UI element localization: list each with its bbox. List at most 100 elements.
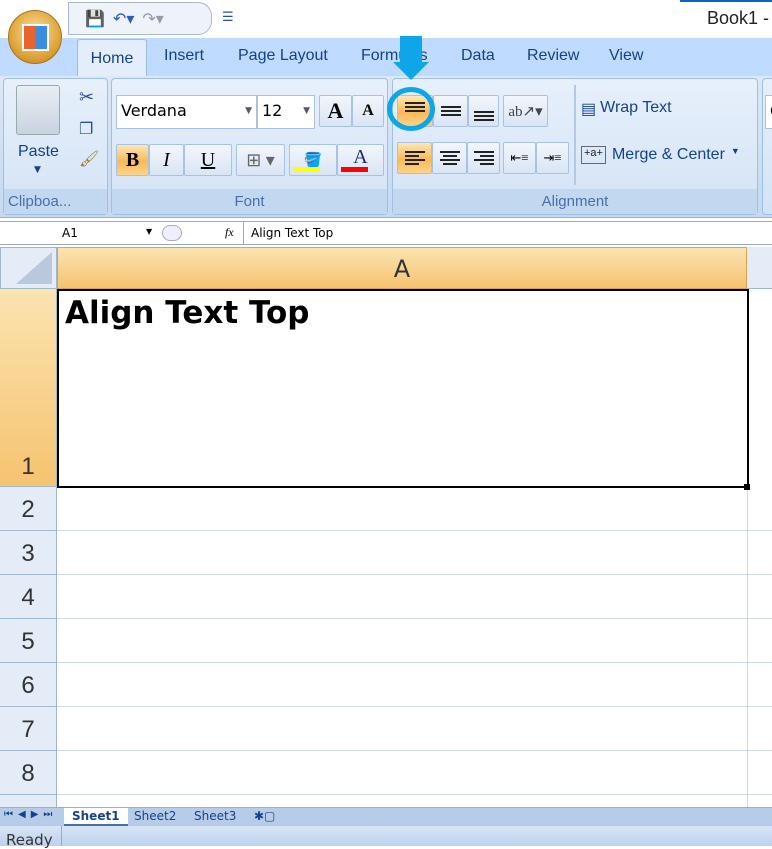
insert-sheet-icon[interactable]: ✱▢: [254, 809, 275, 823]
wrap-text-button[interactable]: ▤ Wrap Text: [581, 99, 672, 119]
font-size-combo[interactable]: 12 ▼: [257, 95, 315, 129]
decrease-indent-button[interactable]: ⇤≡: [503, 142, 536, 174]
font-color-swatch: [341, 167, 368, 172]
row-6: [57, 663, 772, 707]
paste-icon[interactable]: [16, 85, 60, 135]
tab-home[interactable]: Home: [77, 39, 147, 77]
function-icon[interactable]: fx: [225, 225, 234, 240]
column-header-b-partial: [747, 247, 772, 289]
align-middle-icon: [440, 106, 461, 116]
fill-handle[interactable]: [744, 484, 750, 490]
row-header-1[interactable]: 1: [0, 289, 57, 487]
annotation-arrow-icon: [393, 62, 429, 80]
copy-icon[interactable]: ❐: [79, 119, 93, 138]
align-center-icon: [439, 151, 460, 165]
title-accent: [680, 0, 772, 2]
merge-center-button[interactable]: +a+ Merge & Center ▼: [581, 146, 740, 164]
undo-icon[interactable]: ↶▾: [113, 9, 134, 28]
office-logo-icon: [22, 24, 49, 51]
cell-a1[interactable]: Align Text Top: [57, 289, 749, 488]
sheet-tab-bar: ⏮◀▶⏭ Sheet1 Sheet2 Sheet3 ✱▢: [0, 807, 772, 826]
sheet-tab-sheet3[interactable]: Sheet3: [194, 809, 236, 823]
row-3: [57, 531, 772, 575]
merge-center-label: Merge & Center: [611, 146, 725, 163]
fill-color-swatch: [293, 167, 320, 172]
sheet-tab-sheet1[interactable]: Sheet1: [64, 808, 128, 826]
select-all-button[interactable]: [0, 247, 57, 289]
orientation-button[interactable]: ab↗▾: [503, 95, 548, 127]
status-text: Ready: [6, 831, 53, 849]
align-left-button[interactable]: [397, 142, 432, 174]
annotation-circle: [387, 87, 435, 131]
row-7: [57, 707, 772, 751]
font-name-value: Verdana: [121, 101, 187, 120]
row-5: [57, 619, 772, 663]
font-color-icon: A: [353, 145, 368, 168]
number-format-combo[interactable]: G: [765, 95, 772, 129]
name-box[interactable]: A1: [62, 226, 78, 240]
align-left-icon: [404, 151, 425, 165]
tab-view[interactable]: View: [609, 47, 643, 65]
row-2: [57, 487, 772, 531]
column-header-a[interactable]: A: [57, 247, 747, 289]
increase-indent-button[interactable]: ⇥≡: [536, 142, 569, 174]
align-bottom-icon: [473, 111, 494, 121]
font-color-button[interactable]: A: [337, 144, 384, 176]
borders-button[interactable]: ⊞ ▾: [236, 144, 285, 176]
chevron-down-icon[interactable]: ▼: [303, 96, 310, 126]
paste-button[interactable]: Paste: [18, 143, 59, 161]
row-header-5[interactable]: 5: [0, 619, 57, 663]
fill-color-button[interactable]: 🪣: [289, 144, 337, 176]
alignment-group-label: Alignment: [393, 189, 757, 214]
bold-button[interactable]: B: [116, 144, 149, 176]
row-4: [57, 575, 772, 619]
annotation-arrow-shaft: [400, 36, 422, 64]
cut-icon[interactable]: ✂: [79, 87, 94, 108]
alignment-group: ab↗▾ ⇤≡ ⇥≡ ▤ Wrap Text +a+ Merge & Center ▼…: [392, 78, 758, 215]
tab-review[interactable]: Review: [527, 47, 579, 65]
row-header-9-partial: [0, 795, 57, 807]
sheet-tab-sheet2[interactable]: Sheet2: [134, 809, 176, 823]
divider: [243, 222, 244, 244]
italic-button[interactable]: I: [149, 144, 184, 176]
row-header-7[interactable]: 7: [0, 707, 57, 751]
font-group: Verdana ▼ 12 ▼ A A B I U ⊞ ▾ 🪣 A Font: [111, 78, 388, 215]
font-name-combo[interactable]: Verdana ▼: [116, 95, 257, 129]
tab-page-layout[interactable]: Page Layout: [238, 47, 328, 65]
shrink-font-button[interactable]: A: [352, 95, 384, 127]
row-8: [57, 751, 772, 795]
clipboard-group: Paste ▼ ✂ ❐ 🖌 Clipboa...: [3, 78, 108, 215]
row-header-2[interactable]: 2: [0, 487, 57, 531]
formula-bar-handle[interactable]: [162, 225, 182, 241]
paste-dropdown-icon[interactable]: ▼: [34, 165, 41, 175]
customize-qat-icon[interactable]: ☰: [222, 10, 234, 25]
grow-font-button[interactable]: A: [319, 95, 352, 127]
bottom-align-button[interactable]: [468, 95, 499, 127]
increase-indent-icon: ⇥≡: [543, 150, 562, 165]
row-header-3[interactable]: 3: [0, 531, 57, 575]
row-header-8[interactable]: 8: [0, 751, 57, 795]
chevron-down-icon[interactable]: ▼: [731, 146, 740, 164]
row-header-4[interactable]: 4: [0, 575, 57, 619]
sheet-nav-arrows-icon[interactable]: ⏮◀▶⏭: [4, 809, 57, 820]
tab-data[interactable]: Data: [461, 47, 495, 65]
save-icon[interactable]: 💾: [85, 9, 105, 28]
align-center-button[interactable]: [432, 142, 467, 174]
row-header-6[interactable]: 6: [0, 663, 57, 707]
redo-icon[interactable]: ↷▾: [142, 9, 163, 28]
status-bar: Ready: [0, 826, 772, 849]
underline-button[interactable]: U: [184, 144, 232, 176]
formula-input[interactable]: Align Text Top: [251, 226, 333, 240]
window-title: Book1 -: [707, 8, 770, 28]
chevron-down-icon[interactable]: ▼: [245, 96, 252, 126]
font-group-label: Font: [112, 189, 387, 214]
format-painter-icon[interactable]: 🖌: [79, 149, 99, 168]
worksheet-grid: A 1 2 3 4 5 6 7 8 Align Text Top: [0, 247, 772, 807]
office-button[interactable]: [8, 10, 62, 64]
align-right-button[interactable]: [467, 142, 500, 174]
decrease-indent-icon: ⇤≡: [510, 150, 529, 165]
borders-icon: ⊞ ▾: [246, 149, 275, 170]
middle-align-button[interactable]: [433, 95, 468, 127]
tab-insert[interactable]: Insert: [164, 47, 204, 65]
chevron-down-icon[interactable]: ▼: [146, 227, 152, 236]
